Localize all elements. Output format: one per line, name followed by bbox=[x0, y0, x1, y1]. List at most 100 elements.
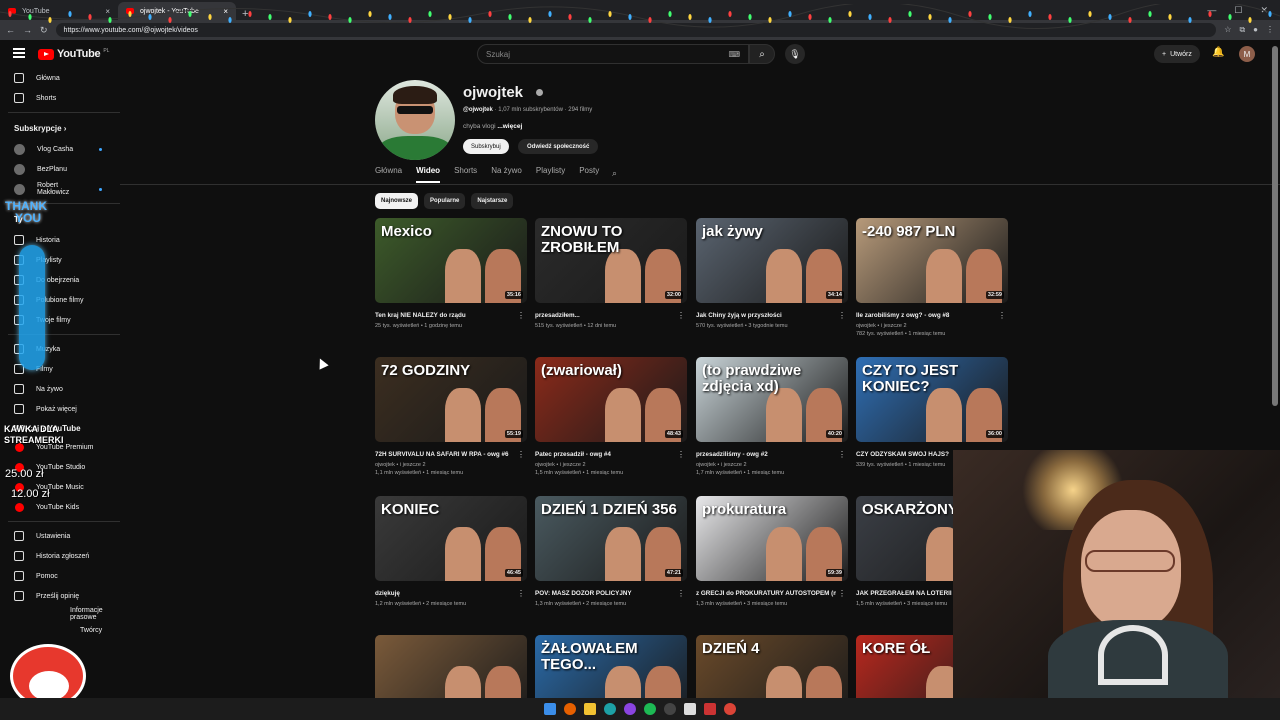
sidebar-item-your-videos[interactable]: Twoje filmy bbox=[0, 310, 120, 330]
sidebar-item-shorts[interactable]: Shorts bbox=[0, 88, 120, 108]
video-card[interactable]: 72 GODZINY 55:19 72H SURVIVALU NA SAFARI W… bbox=[375, 357, 527, 477]
sidebar-item-feedback[interactable]: Prześlij opinię bbox=[0, 586, 120, 606]
edge-icon[interactable] bbox=[604, 703, 616, 715]
reload-icon[interactable]: ↻ bbox=[40, 25, 48, 36]
video-title[interactable]: przesadziliśmy - owg #2 bbox=[696, 451, 836, 458]
keyboard-icon[interactable]: ⌨ bbox=[728, 50, 740, 59]
notifications-bell-icon[interactable]: 🔔 bbox=[1212, 47, 1224, 58]
video-card[interactable]: KONIEC 46:45 dziękuję 1,2 mln wyświetleń • … bbox=[375, 496, 527, 608]
video-thumbnail[interactable]: 72 GODZINY 55:19 bbox=[375, 357, 527, 442]
folder-icon[interactable] bbox=[584, 703, 596, 715]
video-title[interactable]: dziękuję bbox=[375, 590, 515, 597]
close-window-icon[interactable]: ✕ bbox=[1260, 5, 1268, 16]
close-tab-icon[interactable]: × bbox=[105, 7, 110, 16]
more-options-icon[interactable]: ⋮ bbox=[517, 450, 525, 459]
tab-videos[interactable]: Wideo bbox=[416, 166, 441, 183]
more-options-icon[interactable]: ⋮ bbox=[517, 311, 525, 320]
video-card[interactable]: prokuratura 59:39 z GRECJI do PROKURATURY … bbox=[696, 496, 848, 608]
profile-icon[interactable]: ● bbox=[1253, 25, 1258, 35]
video-thumbnail[interactable]: ZNOWU TO ZROBIŁEM 32:00 bbox=[535, 218, 687, 303]
tab-posts[interactable]: Posty bbox=[579, 166, 599, 183]
video-title[interactable]: Jak Chiny żyją w przyszłości bbox=[696, 312, 836, 319]
stream-app-icon[interactable] bbox=[704, 703, 716, 715]
chrome-icon[interactable] bbox=[724, 703, 736, 715]
sidebar-item-live[interactable]: Na żywo bbox=[0, 379, 120, 399]
video-thumbnail[interactable]: Mexico 35:16 bbox=[375, 218, 527, 303]
browser-tab-channel[interactable]: ojwojtek - YouTube × bbox=[118, 2, 236, 20]
more-options-icon[interactable]: ⋮ bbox=[677, 450, 685, 459]
sidebar-item-history[interactable]: Historia bbox=[0, 230, 120, 250]
extensions-icon[interactable]: ⧉ bbox=[1239, 25, 1245, 35]
channel-search-icon[interactable]: ⌕ bbox=[612, 168, 617, 179]
tab-playlists[interactable]: Playlisty bbox=[536, 166, 565, 183]
video-thumbnail[interactable]: KONIEC 46:45 bbox=[375, 496, 527, 581]
video-card[interactable]: -240 987 PLN 32:59 Ile zarobiliśmy z owg? … bbox=[856, 218, 1008, 338]
create-button[interactable]: + Utwórz bbox=[1154, 45, 1200, 63]
chip-oldest[interactable]: Najstarsze bbox=[471, 193, 514, 209]
hamburger-menu-icon[interactable] bbox=[13, 48, 25, 58]
video-card[interactable]: ZNOWU TO ZROBIŁEM 32:00 przesadziłem... 515… bbox=[535, 218, 687, 330]
sidebar-footer-link[interactable]: Twórcy bbox=[0, 622, 120, 638]
subscribe-button[interactable]: Subskrybuj bbox=[463, 139, 509, 154]
forward-icon[interactable]: → bbox=[23, 25, 32, 35]
sidebar-item-liked[interactable]: Polubione filmy bbox=[0, 290, 120, 310]
video-title[interactable]: przesadziłem... bbox=[535, 312, 675, 319]
chip-newest[interactable]: Najnowsze bbox=[375, 193, 419, 209]
sidebar-footer-link[interactable]: Informacje prasowe bbox=[0, 606, 120, 622]
tab-home[interactable]: Główna bbox=[375, 166, 402, 183]
community-button[interactable]: Odwiedź społeczność bbox=[518, 139, 599, 154]
more-options-icon[interactable]: ⋮ bbox=[998, 311, 1006, 320]
video-thumbnail[interactable]: jak żywy 34:14 bbox=[696, 218, 848, 303]
sidebar-item-playlists[interactable]: Playlisty bbox=[0, 250, 120, 270]
video-thumbnail[interactable]: -240 987 PLN 32:59 bbox=[856, 218, 1008, 303]
more-options-icon[interactable]: ⋮ bbox=[517, 589, 525, 598]
video-title[interactable]: Ten kraj NIE NALEŻY do rządu bbox=[375, 312, 515, 319]
voice-search-button[interactable]: 🎙 bbox=[785, 44, 805, 64]
video-card[interactable]: (zwariował) 48:43 Patec przesadził - owg #… bbox=[535, 357, 687, 477]
sidebar-item-report-history[interactable]: Historia zgłoszeń bbox=[0, 546, 120, 566]
video-card[interactable]: (to prawdziwe zdjęcia xd) 40:20 przesadzil… bbox=[696, 357, 848, 477]
maximize-icon[interactable]: ☐ bbox=[1234, 5, 1242, 16]
chip-popular[interactable]: Popularne bbox=[424, 193, 466, 209]
video-thumbnail[interactable]: (zwariował) 48:43 bbox=[535, 357, 687, 442]
sidebar-item-music[interactable]: Muzyka bbox=[0, 339, 120, 359]
more-link[interactable]: ...więcej bbox=[497, 123, 522, 130]
sidebar-item-home[interactable]: Główna bbox=[0, 68, 120, 88]
obs-icon[interactable] bbox=[664, 703, 676, 715]
sidebar-item-settings[interactable]: Ustawienia bbox=[0, 526, 120, 546]
video-title[interactable]: Ile zarobiliśmy z owg? - owg #8 bbox=[856, 312, 996, 319]
tab-live[interactable]: Na żywo bbox=[491, 166, 522, 183]
video-card[interactable]: jak żywy 34:14 Jak Chiny żyją w przyszłośc… bbox=[696, 218, 848, 330]
sidebar-subscriptions-heading[interactable]: Subskrypcje › bbox=[0, 117, 120, 139]
sidebar-subscription[interactable]: Robert Makłowicz bbox=[0, 179, 120, 199]
video-title[interactable]: 72H SURVIVALU NA SAFARI W RPA - owg #6 bbox=[375, 451, 515, 458]
notepad-icon[interactable] bbox=[684, 703, 696, 715]
browser-menu-icon[interactable]: ⋮ bbox=[1266, 25, 1274, 35]
video-title[interactable]: z GRECJI do PROKURATURY AUTOSTOPEM (na p… bbox=[696, 590, 836, 597]
browser-tab-youtube[interactable]: YouTube × bbox=[0, 2, 118, 20]
search-input[interactable]: Szukaj ⌨ bbox=[477, 44, 749, 64]
video-card[interactable]: Mexico 35:16 Ten kraj NIE NALEŻY do rządu 2… bbox=[375, 218, 527, 330]
video-thumbnail[interactable]: prokuratura 59:39 bbox=[696, 496, 848, 581]
more-options-icon[interactable]: ⋮ bbox=[838, 589, 846, 598]
sidebar-subscription[interactable]: BezPlanu bbox=[0, 159, 120, 179]
tab-shorts[interactable]: Shorts bbox=[454, 166, 477, 183]
minimize-icon[interactable]: — bbox=[1207, 5, 1216, 16]
windows-start-icon[interactable] bbox=[544, 703, 556, 715]
url-field[interactable]: https://www.youtube.com/@ojwojtek/videos bbox=[55, 23, 1217, 37]
account-avatar[interactable]: M bbox=[1239, 46, 1255, 62]
video-title[interactable]: Patec przesadził - owg #4 bbox=[535, 451, 675, 458]
sidebar-subscription[interactable]: Vlog Casha bbox=[0, 139, 120, 159]
more-options-icon[interactable]: ⋮ bbox=[677, 589, 685, 598]
bookmark-star-icon[interactable]: ☆ bbox=[1224, 25, 1231, 35]
video-title[interactable]: POV: MASZ DOZÓR POLICYJNY bbox=[535, 590, 675, 597]
more-options-icon[interactable]: ⋮ bbox=[838, 311, 846, 320]
sidebar-show-more[interactable]: Pokaż więcej bbox=[0, 399, 120, 419]
youtube-logo[interactable]: YouTube PL bbox=[38, 48, 109, 60]
video-card[interactable]: DZIEŃ 1 DZIEŃ 356 47:21 POV: MASZ DOZÓR PO… bbox=[535, 496, 687, 608]
sidebar-item-help[interactable]: Pomoc bbox=[0, 566, 120, 586]
close-tab-icon[interactable]: × bbox=[223, 7, 228, 16]
spotify-icon[interactable] bbox=[644, 703, 656, 715]
video-thumbnail[interactable]: DZIEŃ 1 DZIEŃ 356 47:21 bbox=[535, 496, 687, 581]
new-tab-icon[interactable]: + bbox=[236, 8, 254, 20]
